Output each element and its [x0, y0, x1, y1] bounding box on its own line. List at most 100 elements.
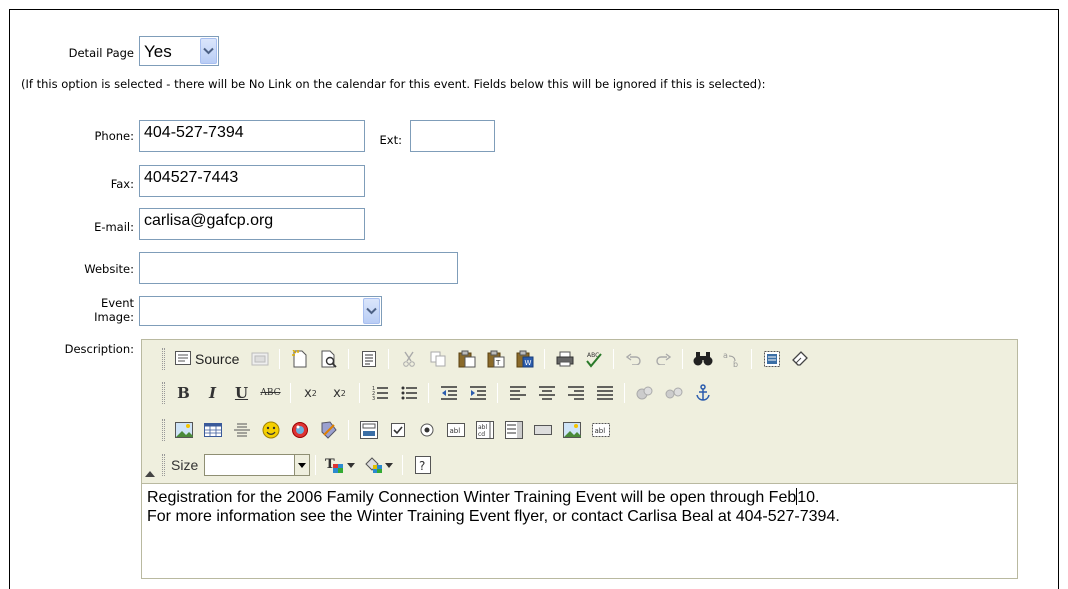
- spellcheck-icon[interactable]: ABC: [582, 348, 605, 370]
- website-label: Website:: [84, 262, 134, 276]
- size-label: Size: [171, 457, 199, 473]
- unlink-icon[interactable]: [662, 382, 685, 404]
- cut-icon[interactable]: [397, 348, 420, 370]
- svg-text:?: ?: [419, 459, 425, 473]
- toolbar-grip[interactable]: [162, 419, 165, 441]
- print-icon[interactable]: [553, 348, 576, 370]
- select-all-icon[interactable]: [760, 348, 783, 370]
- toolbar-separator: [613, 349, 615, 369]
- toolbar-separator: [315, 455, 317, 475]
- toolbar-separator: [348, 349, 350, 369]
- toolbar-grip[interactable]: [162, 454, 165, 476]
- ordered-list-icon[interactable]: 123: [368, 382, 391, 404]
- remove-format-icon[interactable]: [789, 348, 812, 370]
- bold-icon[interactable]: B: [172, 382, 195, 404]
- align-center-icon[interactable]: [535, 382, 558, 404]
- outdent-icon[interactable]: [437, 382, 460, 404]
- ext-input[interactable]: [410, 120, 495, 152]
- event-image-select[interactable]: [139, 296, 382, 326]
- select-field-icon[interactable]: [502, 419, 525, 441]
- unordered-list-icon[interactable]: [397, 382, 420, 404]
- strike-icon[interactable]: ABC: [259, 382, 282, 404]
- image-button-icon[interactable]: [560, 419, 583, 441]
- table-icon[interactable]: [201, 419, 224, 441]
- copy-icon[interactable]: [426, 348, 449, 370]
- anchor-icon[interactable]: [691, 382, 714, 404]
- align-right-icon[interactable]: [564, 382, 587, 404]
- description-label: Description:: [64, 342, 134, 356]
- align-justify-icon[interactable]: [593, 382, 616, 404]
- radio-icon[interactable]: [415, 419, 438, 441]
- toolbar-row-2: B I U ABC x2 x2 123: [162, 380, 717, 406]
- chevron-down-icon[interactable]: [363, 298, 380, 324]
- email-input[interactable]: carlisa@gafcp.org: [139, 208, 365, 240]
- new-page-icon[interactable]: [288, 348, 311, 370]
- form-icon[interactable]: [357, 419, 380, 441]
- templates-icon[interactable]: [357, 348, 380, 370]
- toolbar-separator: [428, 383, 429, 403]
- redo-icon[interactable]: [651, 348, 674, 370]
- subscript-icon[interactable]: x2: [299, 382, 322, 404]
- undo-icon[interactable]: [622, 348, 645, 370]
- toolbar-separator: [497, 383, 498, 403]
- underline-icon[interactable]: U: [230, 382, 253, 404]
- text-color-button[interactable]: T: [325, 456, 356, 474]
- svg-text:abl: abl: [449, 427, 460, 435]
- rich-text-editor: Source T W ABC a b B I U ABC x 2 x 2 1 2…: [141, 339, 1018, 579]
- ext-label: Ext:: [379, 133, 402, 147]
- page-break-icon[interactable]: [317, 419, 340, 441]
- text-field-icon[interactable]: abl: [444, 419, 467, 441]
- toolbar-separator: [751, 349, 753, 369]
- toolbar-grip[interactable]: [162, 348, 165, 370]
- email-label: E-mail:: [94, 220, 134, 234]
- event-image-label: Event Image:: [94, 296, 134, 324]
- checkbox-icon[interactable]: [386, 419, 409, 441]
- detail-page-label: Detail Page: [68, 46, 134, 60]
- find-icon[interactable]: [691, 348, 714, 370]
- special-char-icon[interactable]: [288, 419, 311, 441]
- source-button[interactable]: Source: [171, 348, 243, 370]
- detail-page-value: Yes: [144, 42, 172, 61]
- detail-page-select[interactable]: Yes: [139, 36, 219, 66]
- svg-text:b: b: [733, 360, 738, 368]
- paste-icon[interactable]: [455, 348, 478, 370]
- toolbar-separator: [624, 383, 625, 403]
- indent-icon[interactable]: [466, 382, 489, 404]
- fax-input[interactable]: 404527-7443: [139, 165, 365, 197]
- toolbar-separator: [388, 349, 390, 369]
- svg-text:cd: cd: [478, 431, 485, 438]
- paste-word-icon[interactable]: W: [513, 348, 536, 370]
- phone-label: Phone:: [94, 129, 135, 143]
- toolbar-separator: [359, 383, 360, 403]
- italic-icon[interactable]: I: [201, 382, 224, 404]
- collapse-toolbar-icon[interactable]: [145, 471, 155, 477]
- editor-content-area[interactable]: Registration for the 2006 Family Connect…: [142, 483, 1017, 578]
- phone-input[interactable]: 404-527-7394: [139, 120, 365, 152]
- svg-text:T: T: [495, 359, 501, 367]
- toolbar-grip[interactable]: [162, 382, 165, 404]
- background-color-button[interactable]: [363, 456, 394, 474]
- editor-toolbar: Source T W ABC a b B I U ABC x 2 x 2 1 2…: [142, 340, 1017, 483]
- replace-icon[interactable]: ab: [720, 348, 743, 370]
- button-icon[interactable]: [531, 419, 554, 441]
- toolbar-row-1: Source T W ABC a b: [162, 346, 815, 372]
- chevron-down-icon[interactable]: [200, 38, 217, 64]
- website-input[interactable]: [139, 252, 458, 284]
- horizontal-rule-icon[interactable]: [230, 419, 253, 441]
- preview-icon[interactable]: [248, 348, 271, 370]
- toolbar-separator: [348, 420, 349, 440]
- superscript-icon[interactable]: x2: [328, 382, 351, 404]
- toolbar-row-3: abl abl cd abl: [162, 417, 615, 443]
- size-select[interactable]: [204, 454, 311, 476]
- content-line-2: For more information see the Winter Trai…: [147, 508, 840, 525]
- textarea-icon[interactable]: abl cd: [473, 419, 496, 441]
- hidden-field-icon[interactable]: abl: [589, 419, 612, 441]
- help-icon[interactable]: ?: [411, 454, 434, 476]
- align-left-icon[interactable]: [506, 382, 529, 404]
- image-icon[interactable]: [172, 419, 195, 441]
- link-icon[interactable]: [633, 382, 656, 404]
- paste-text-icon[interactable]: T: [484, 348, 507, 370]
- print-preview-icon[interactable]: [317, 348, 340, 370]
- smiley-icon[interactable]: [259, 419, 282, 441]
- chevron-down-icon[interactable]: [294, 455, 310, 475]
